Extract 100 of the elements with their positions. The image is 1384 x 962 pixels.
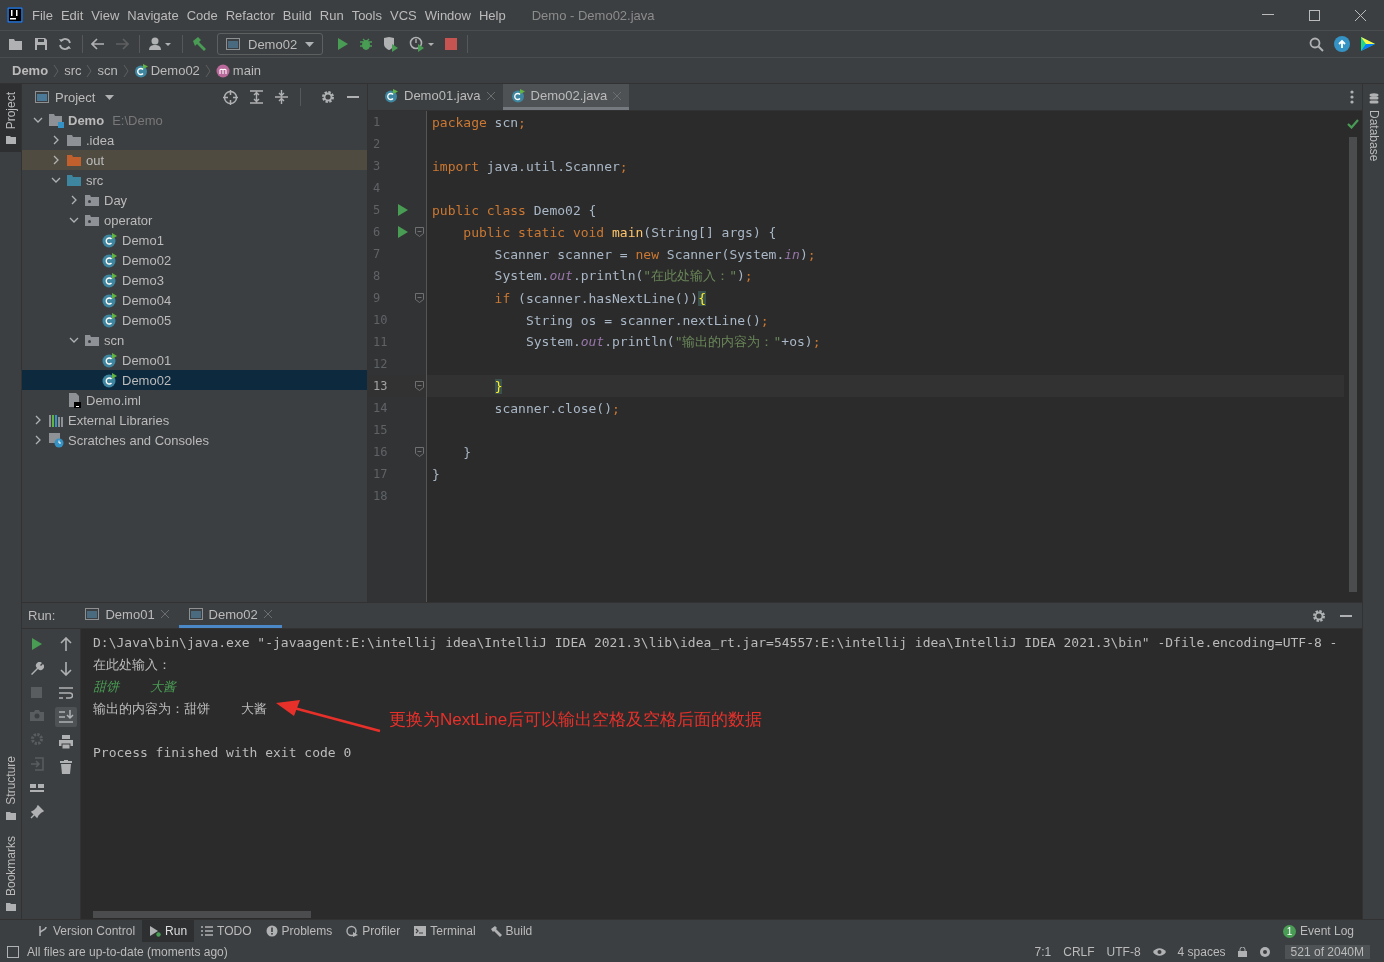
memory-indicator[interactable]: 521 of 2040M [1284,945,1370,959]
breadcrumb-item[interactable]: Demo [12,63,49,78]
fold-icon[interactable] [414,447,424,457]
menu-item[interactable]: Edit [56,7,88,23]
tree-item[interactable]: .idea [22,130,367,150]
menu-item[interactable]: Tools [347,7,386,23]
fold-icon[interactable] [414,381,424,391]
tool-window-button[interactable]: Profiler [339,920,408,942]
tree-item[interactable]: Demo1 [22,230,367,250]
menu-item[interactable]: Help [474,7,510,23]
run-icon[interactable] [398,226,408,238]
run-icon[interactable] [398,204,408,216]
tree-item[interactable]: Demo E:\Demo [22,110,367,130]
run-icon[interactable] [337,37,350,51]
more-options-icon[interactable] [1350,90,1354,104]
menu-item[interactable]: Build [278,7,316,23]
tree-item[interactable]: out [22,150,367,170]
indent-setting[interactable]: 4 spaces [1177,945,1226,959]
run-config-dropdown[interactable]: Demo02 [217,33,324,55]
settings-icon[interactable] [1312,608,1326,623]
crosshair-icon[interactable] [223,89,238,105]
tool-window-button[interactable]: Terminal [407,920,483,942]
tree-item[interactable]: External Libraries [22,410,367,430]
lock-icon[interactable] [1237,947,1247,957]
tree-item[interactable]: Scratches and Consoles [22,430,367,450]
tool-window-tab[interactable]: Structure [0,748,21,828]
breadcrumb-item[interactable]: Demo02 [133,63,200,78]
tool-window-button[interactable]: TODO [194,920,259,942]
tree-item[interactable]: Demo04 [22,290,367,310]
breadcrumb-item[interactable]: src [64,63,82,78]
folder-icon[interactable] [8,37,24,51]
tree-item[interactable]: Demo02 [22,370,367,390]
menu-item[interactable]: Refactor [221,7,279,23]
event-log-button[interactable]: 1 Event Log [1282,924,1354,938]
inspector-icon[interactable] [1258,946,1273,958]
fold-icon[interactable] [414,227,424,237]
toolbox-logo-icon[interactable] [1360,36,1376,52]
breadcrumb-item[interactable]: scn [97,63,118,78]
tool-window-tab[interactable]: Database [1363,84,1384,171]
menu-item[interactable]: VCS [386,7,421,23]
tree-item[interactable]: Demo.iml [22,390,367,410]
scrollbar[interactable] [1349,137,1357,592]
cursor-position[interactable]: 7:1 [1034,945,1052,959]
eye-icon[interactable] [1152,948,1166,956]
tool-window-button[interactable]: Problems [258,920,340,942]
rerun-icon[interactable] [30,637,43,651]
tree-item[interactable]: Day [22,190,367,210]
tool-window-button[interactable]: Run [142,920,195,942]
save-icon[interactable] [34,37,48,51]
line-separator[interactable]: CRLF [1063,945,1095,959]
bug-icon[interactable] [359,37,374,51]
expand-all-icon[interactable] [250,90,263,104]
tool-window-tab[interactable]: Bookmarks [0,827,21,919]
tree-item[interactable]: Demo01 [22,350,367,370]
sync-icon[interactable] [58,37,72,51]
menu-item[interactable]: Code [182,7,222,23]
print-icon[interactable] [58,735,73,749]
pin-icon[interactable] [29,805,44,819]
panel-toggle-icon[interactable] [7,946,19,958]
stop-icon[interactable] [445,38,458,50]
tree-item[interactable]: src [22,170,367,190]
menu-item[interactable]: File [28,7,57,23]
wrench-icon[interactable] [29,662,44,676]
scroll-to-end-icon[interactable] [54,707,77,727]
update-icon[interactable] [1334,36,1350,52]
up-arrow-icon[interactable] [59,637,72,651]
tree-item[interactable]: operator [22,210,367,230]
tree-item[interactable]: Demo05 [22,310,367,330]
menu-item[interactable]: Navigate [123,7,183,23]
fold-icon[interactable] [414,293,424,303]
back-arrow-icon[interactable] [91,38,105,50]
tool-window-button[interactable]: Version Control [30,920,143,942]
panel-title[interactable]: Project [55,89,96,105]
profiler-dropdown-icon[interactable] [409,36,436,52]
scrollbar[interactable] [93,911,311,918]
coverage-icon[interactable] [383,36,400,52]
encoding[interactable]: UTF-8 [1106,945,1141,959]
tree-item[interactable]: Demo3 [22,270,367,290]
search-icon[interactable] [1309,36,1324,52]
menu-item[interactable]: Window [420,7,475,23]
editor-tab[interactable]: Demo01.java [376,84,503,110]
editor-tab[interactable]: Demo02.java [502,84,630,110]
chevron-icon[interactable] [69,335,79,345]
settings-icon[interactable] [321,90,335,104]
tree-item[interactable]: Demo02 [22,250,367,270]
minimize-icon[interactable] [1262,14,1274,16]
maximize-icon[interactable] [1309,9,1320,21]
run-tab[interactable]: Demo01 [75,603,179,628]
tool-window-tab[interactable]: Project [0,84,21,153]
caret-icon[interactable] [105,94,115,100]
close-icon[interactable] [1355,9,1366,21]
collapse-all-icon[interactable] [275,90,288,104]
trash-icon[interactable] [59,760,72,774]
layout-icon[interactable] [29,782,44,794]
menu-item[interactable]: Run [315,7,348,23]
tool-window-button[interactable]: Build [482,920,540,942]
minimize-icon[interactable] [1340,614,1352,617]
soft-wrap-icon[interactable] [58,687,73,699]
breadcrumb-item[interactable]: main [215,63,262,78]
tree-item[interactable]: scn [22,330,367,350]
